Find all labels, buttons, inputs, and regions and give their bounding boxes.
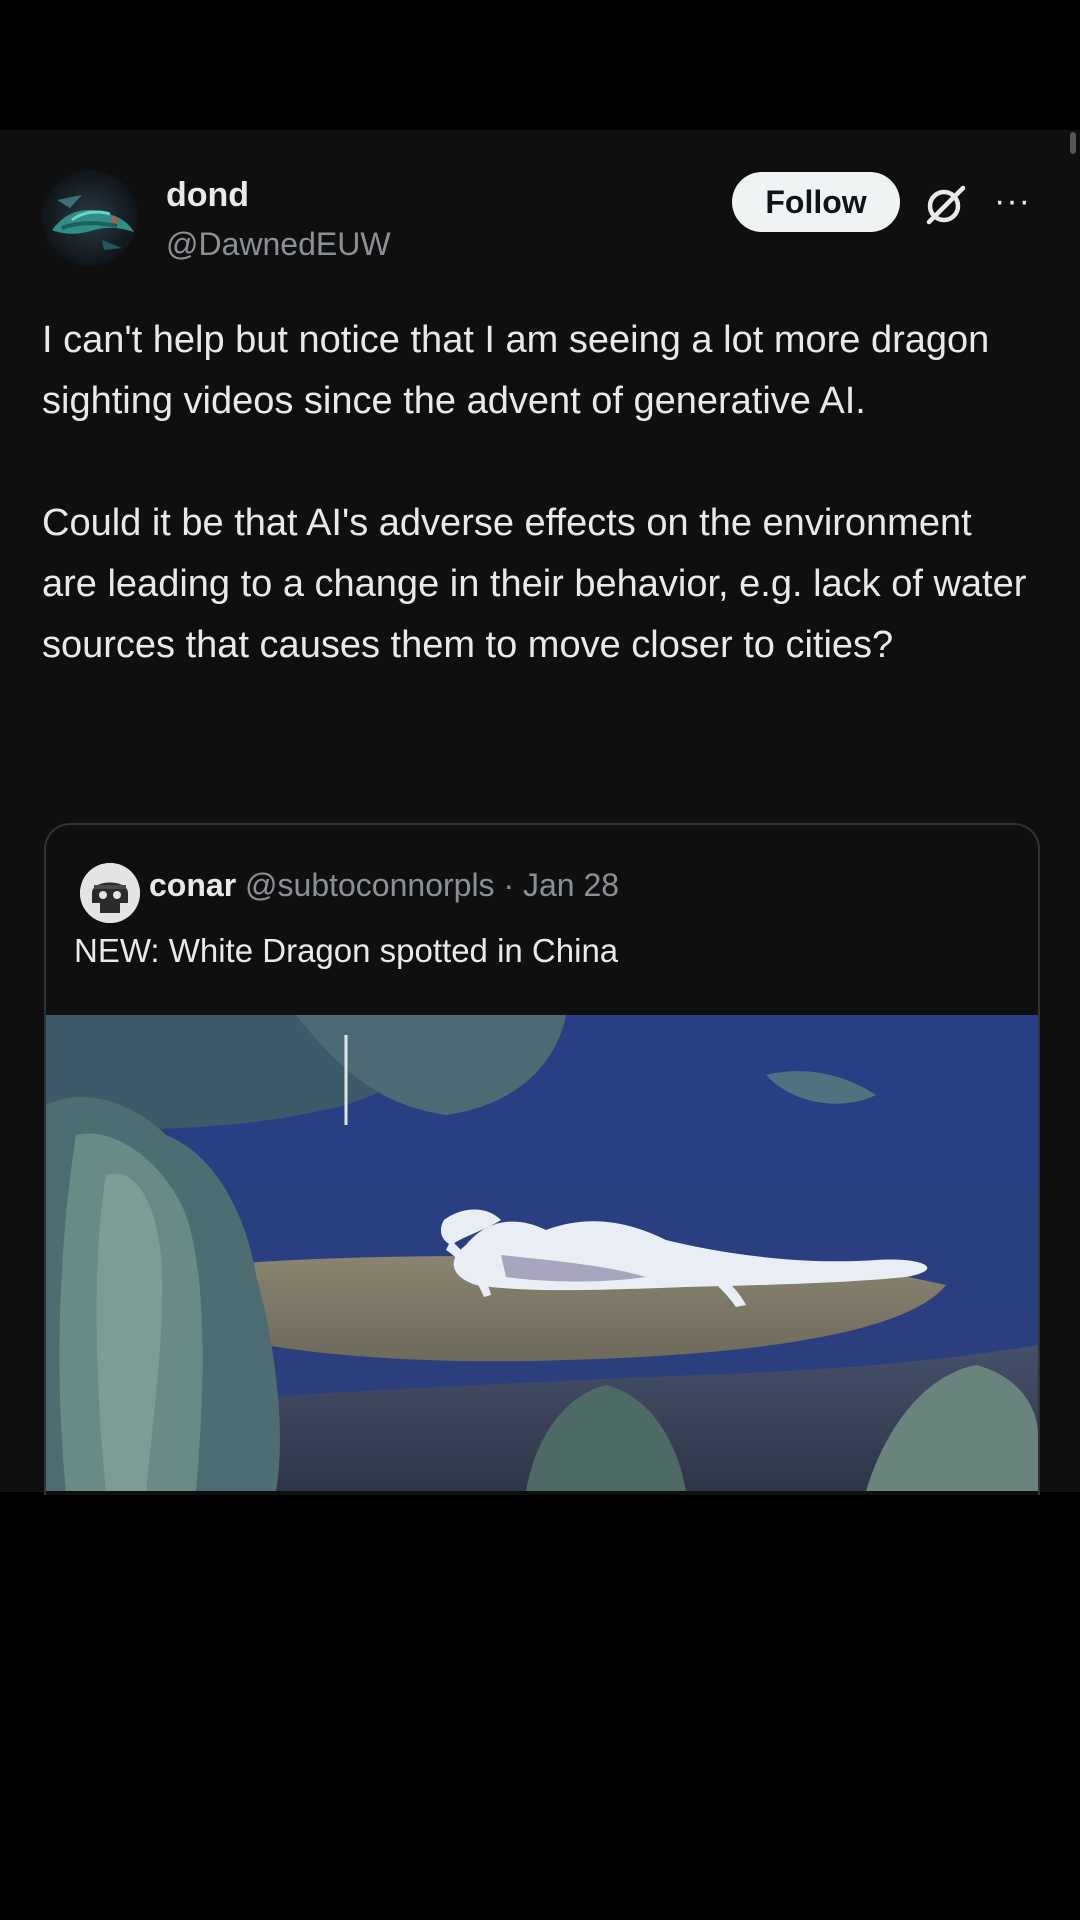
quote-date[interactable]: Jan 28 bbox=[523, 867, 619, 903]
dragon-avatar-icon bbox=[42, 170, 138, 266]
author-handle[interactable]: @DawnedEUW bbox=[166, 226, 391, 263]
quoted-post[interactable]: conar @subtoconnorpls · Jan 28 NEW: Whit… bbox=[44, 823, 1040, 1495]
quote-author-avatar[interactable] bbox=[80, 863, 140, 923]
follow-button[interactable]: Follow bbox=[732, 172, 900, 232]
quote-header: conar @subtoconnorpls · Jan 28 bbox=[149, 867, 619, 904]
post-paragraph: Could it be that AI's adverse effects on… bbox=[42, 502, 1027, 666]
quote-author-name[interactable]: conar bbox=[149, 867, 236, 903]
scroll-indicator[interactable] bbox=[1070, 132, 1076, 154]
more-icon[interactable]: ··· bbox=[994, 182, 1031, 221]
author-name[interactable]: dond bbox=[166, 176, 249, 215]
skull-avatar-icon bbox=[80, 863, 140, 923]
dragon-video-thumbnail[interactable] bbox=[46, 1015, 1038, 1491]
quote-separator: · bbox=[494, 867, 523, 903]
grok-icon[interactable] bbox=[922, 180, 970, 228]
quote-author-handle[interactable]: @subtoconnorpls bbox=[245, 867, 495, 903]
status-bar-area bbox=[0, 0, 1080, 130]
author-avatar[interactable] bbox=[42, 170, 138, 266]
post-paragraph: I can't help but notice that I am seeing… bbox=[42, 319, 990, 422]
quote-text: NEW: White Dragon spotted in China bbox=[74, 932, 619, 969]
post-text: I can't help but notice that I am seeing… bbox=[42, 310, 1032, 676]
